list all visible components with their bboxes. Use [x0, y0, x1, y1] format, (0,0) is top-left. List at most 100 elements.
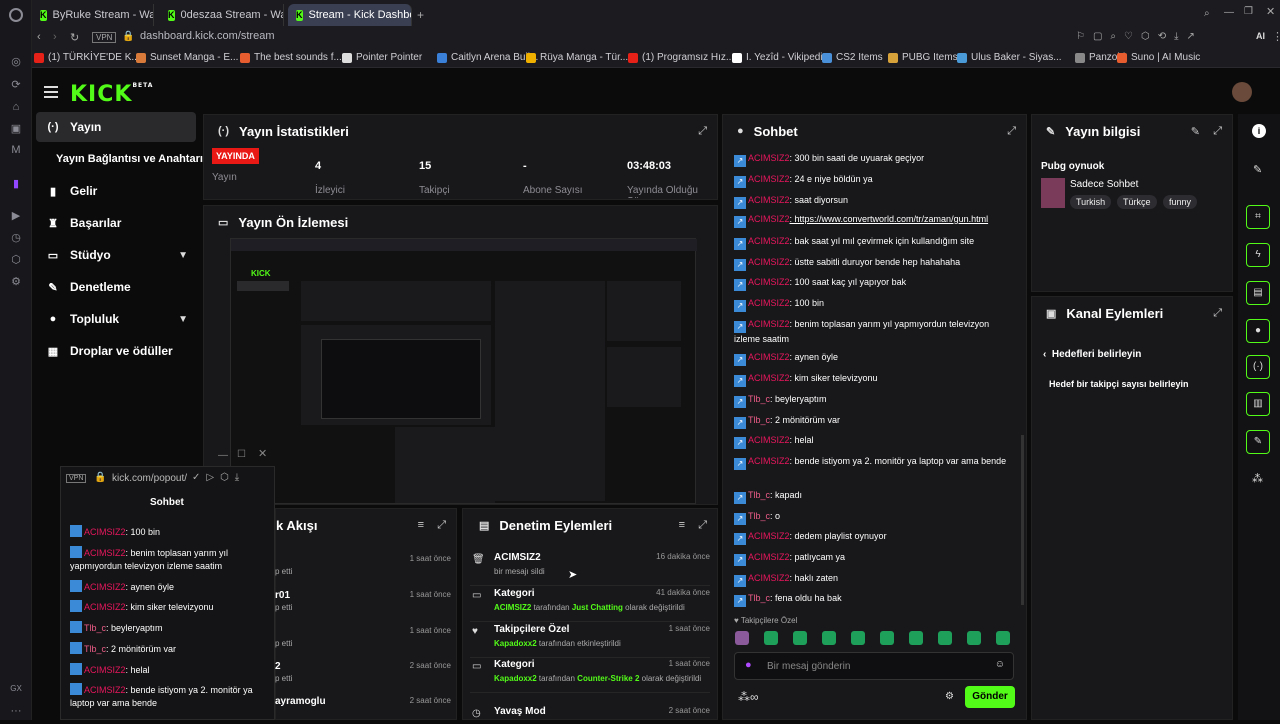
emote-icon[interactable] [967, 631, 981, 645]
broadcast-button[interactable]: (·) [1246, 355, 1270, 379]
edit-icon[interactable]: ✎ [1191, 125, 1200, 138]
chat-username[interactable]: Tlb_c [748, 593, 770, 603]
chat-username[interactable]: ACIMSIZ2 [748, 174, 790, 184]
chat-button[interactable]: ● [1246, 319, 1270, 343]
moderation-row[interactable]: 🗑 ACIMSIZ2 16 dakika önce bir mesajı sildi [470, 550, 710, 586]
filter-icon[interactable]: ≡ [679, 519, 685, 531]
chat-username[interactable]: Tlb_c [84, 623, 106, 633]
tab-byruke[interactable]: K ByRuke Stream - Watc [32, 4, 154, 26]
nav-droplar[interactable]: ▦ Droplar ve ödüller [36, 336, 196, 366]
shop-icon[interactable]: ⌂ [9, 100, 23, 114]
chat-username[interactable]: ACIMSIZ2 [748, 456, 790, 466]
popout-toolbar-icons[interactable]: ✓▷⬡⤓ [192, 472, 245, 483]
chat-username[interactable]: ACIMSIZ2 [748, 277, 790, 287]
bookmark-item[interactable]: Rüya Manga - Tür... [526, 52, 628, 63]
chat-username[interactable]: ACIMSIZ2 [748, 195, 790, 205]
bookmark-item[interactable]: Sunset Manga - E... [136, 52, 238, 63]
bookmark-item[interactable]: Caitlyn Arena Buil... [437, 52, 538, 63]
chat-username[interactable]: ACIMSIZ2 [84, 582, 126, 592]
minimize-icon[interactable]: — [1224, 7, 1234, 18]
chat-username[interactable]: ACIMSIZ2 [748, 373, 790, 383]
chat-username[interactable]: Tlb_c [748, 415, 770, 425]
pencil-icon[interactable]: ✎ [1253, 163, 1262, 176]
extensions-icon[interactable]: ⬡ [9, 253, 23, 267]
nav-gelir[interactable]: ▮ Gelir [36, 176, 196, 206]
chat-username[interactable]: ACIMSIZ2 [748, 319, 790, 329]
bookmark-item[interactable]: CS2 Items [822, 52, 883, 63]
bookmark-item[interactable]: Pointer Pointer [342, 52, 422, 63]
chat-tools-icon[interactable]: ⁂∞ [738, 690, 759, 704]
chat-username[interactable]: ACIMSIZ2 [748, 435, 790, 445]
bookmark-item[interactable]: (1) Programsız Hız... [628, 52, 734, 63]
back-icon[interactable]: ‹ [37, 31, 41, 43]
popout-icon[interactable]: ⤢ [698, 519, 707, 532]
chat-username[interactable]: Tlb_c [748, 511, 770, 521]
chat-username[interactable]: ACIMSIZ2 [84, 665, 126, 675]
moderation-row[interactable]: ▭ Kategori 1 saat önce Kapadoxx2 tarafından… [470, 657, 710, 693]
bookmark-item[interactable]: Ulus Baker - Siyas... [957, 52, 1062, 63]
menu-icon[interactable]: ⋮ [1272, 30, 1280, 43]
emote-icon[interactable] [909, 631, 923, 645]
info-icon[interactable]: i [1252, 124, 1266, 138]
nav-denetleme[interactable]: ✎ Denetleme [36, 272, 196, 302]
stream-preview-video[interactable]: KICK [230, 238, 697, 504]
emote-icon[interactable] [822, 631, 836, 645]
nav-yayin[interactable]: (·) Yayın [36, 112, 196, 142]
emote-icon[interactable] [880, 631, 894, 645]
nav-studyo[interactable]: ▭ Stüdyo ▼ [36, 240, 196, 270]
bookmark-item[interactable]: Suno | AI Music [1117, 52, 1200, 63]
hamburger-menu-icon[interactable] [44, 86, 58, 98]
image-icon[interactable]: ▣ [9, 122, 23, 136]
avatar[interactable] [1232, 82, 1252, 102]
goal-option[interactable]: Hedef bir takipçi sayısı belirleyin [1049, 379, 1189, 389]
nav-basarilar[interactable]: ♜ Başarılar [36, 208, 196, 238]
crop-button[interactable]: ⌗ [1246, 205, 1270, 229]
chat-username[interactable]: Tlb_c [748, 394, 770, 404]
emote-icon[interactable] [851, 631, 865, 645]
popout-close-icon[interactable]: ✕ [258, 447, 267, 460]
sync-icon[interactable]: ⟳ [9, 78, 23, 92]
chat-username[interactable]: ACIMSIZ2 [748, 552, 790, 562]
send-button[interactable]: Gönder [965, 686, 1015, 708]
chat-username[interactable]: Tlb_c [748, 490, 770, 500]
toolbar-icons[interactable]: ⚐▢⌕♡⬡⟲⤓↗ [1076, 31, 1203, 42]
emote-icon[interactable] [938, 631, 952, 645]
popout-url[interactable]: kick.com/popout/ [112, 473, 187, 484]
tab-0deszaa[interactable]: K0deszaa Stream - Watch L [160, 4, 284, 26]
layout-button[interactable]: ▥ [1246, 392, 1270, 416]
popout-icon[interactable]: ⤢ [1007, 125, 1016, 138]
popout-icon[interactable]: ⤢ [1213, 307, 1222, 320]
bookmark-item[interactable]: PUBG Items [888, 52, 958, 63]
filter-icon[interactable]: ≡ [418, 519, 424, 531]
bookmark-item[interactable]: I. Yezîd - Vikipedi [732, 52, 823, 63]
chat-username[interactable]: ACIMSIZ2 [748, 573, 790, 583]
chat-username[interactable]: ACIMSIZ2 [748, 236, 790, 246]
more-icon[interactable]: ··· [9, 704, 23, 718]
opera-logo-icon[interactable] [9, 8, 23, 22]
chat-username[interactable]: ACIMSIZ2 [748, 352, 790, 362]
bookmark-item[interactable]: The best sounds f... [240, 52, 342, 63]
close-window-icon[interactable]: ✕ [1266, 5, 1275, 18]
emote-icon[interactable] [793, 631, 807, 645]
ai-button[interactable]: AI [1256, 31, 1265, 41]
forward-icon[interactable]: › [53, 31, 57, 43]
reload-icon[interactable]: ↻ [70, 31, 79, 44]
mail-icon[interactable]: M [9, 143, 23, 157]
lightning-button[interactable]: ϟ [1246, 243, 1270, 267]
emoji-icon[interactable]: ☺ [995, 659, 1005, 670]
chat-settings-icon[interactable]: ⚙ [945, 691, 954, 702]
messenger-icon[interactable]: ◎ [9, 55, 23, 69]
chat-username[interactable]: ACIMSIZ2 [84, 685, 126, 695]
chat-username[interactable]: ACIMSIZ2 [748, 298, 790, 308]
chat-username[interactable]: ACIMSIZ2 [84, 602, 126, 612]
restore-icon[interactable]: ❐ [1244, 6, 1253, 17]
kick-logo[interactable]: KICKBETA [70, 82, 153, 107]
chat-scrollbar[interactable] [1021, 435, 1024, 605]
popout-vpn-badge[interactable]: VPN [66, 474, 87, 483]
wrench-button[interactable]: ✎ [1246, 430, 1270, 454]
moderation-row[interactable]: ◷ Yavaş Mod 2 saat önce [470, 704, 710, 720]
url-field[interactable]: dashboard.kick.com/stream [140, 30, 275, 42]
emote-icon[interactable] [735, 631, 749, 645]
goals-back-button[interactable]: ‹ Hedefleri belirleyin [1043, 349, 1141, 360]
chat-username[interactable]: Tlb_c [84, 644, 106, 654]
